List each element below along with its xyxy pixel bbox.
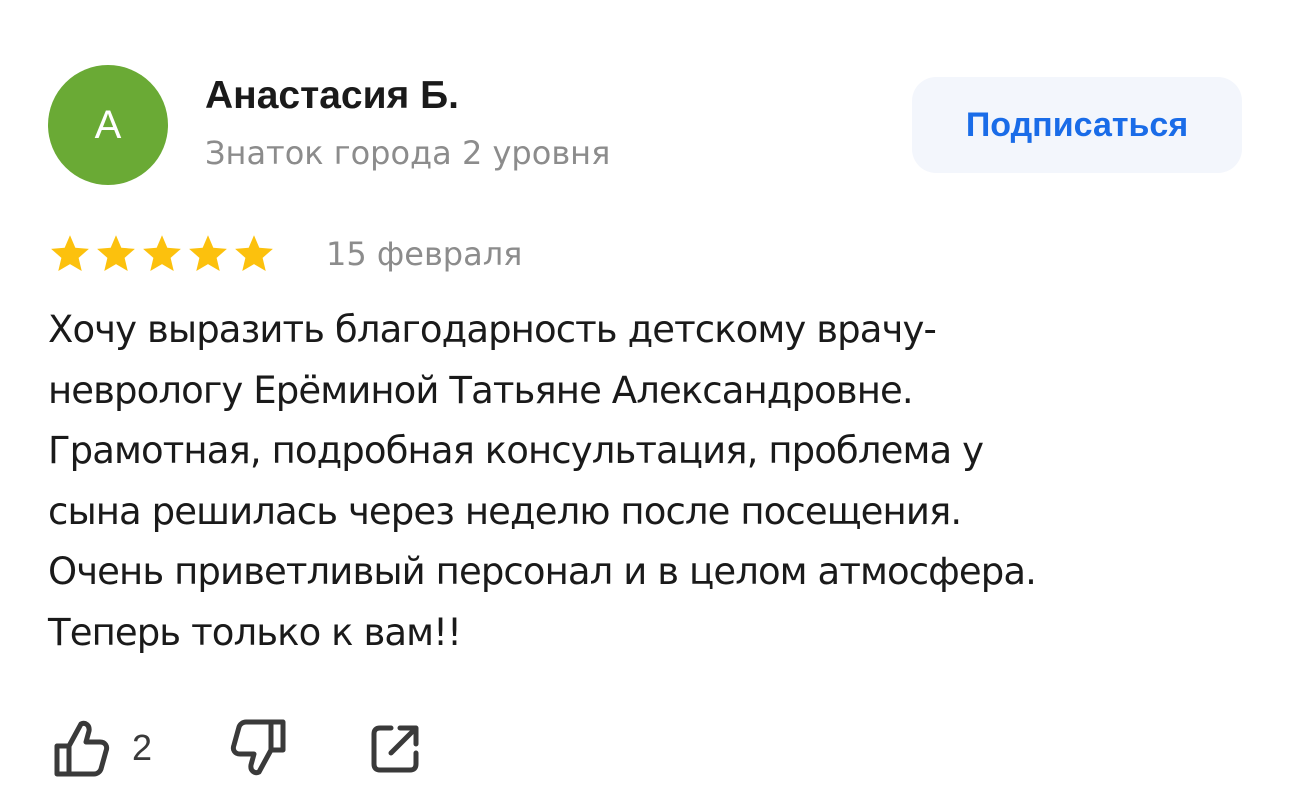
star-icon bbox=[235, 235, 273, 272]
star-icon bbox=[97, 235, 135, 272]
star-icon bbox=[51, 235, 89, 272]
star-icon bbox=[143, 235, 181, 272]
review-text-line: Грамотная, подробная консультация, пробл… bbox=[48, 429, 984, 472]
thumbs-up-icon bbox=[52, 718, 110, 778]
review-text-line: Теперь только к вам!! bbox=[48, 610, 462, 654]
review-text-line: сына решилась через неделю после посещен… bbox=[48, 489, 962, 533]
author-name[interactable]: Анастасия Б. bbox=[205, 74, 459, 118]
share-icon bbox=[370, 718, 420, 774]
star-rating bbox=[48, 232, 276, 276]
review-text: Хочу выразить благодарность детскому вра… bbox=[48, 300, 1248, 663]
thumbs-down-icon bbox=[230, 718, 288, 778]
like-count: 2 bbox=[132, 727, 153, 768]
share-button[interactable] bbox=[370, 718, 420, 774]
author-level: Знаток города 2 уровня bbox=[205, 134, 611, 172]
review-text-line: Хочу выразить благодарность детскому вра… bbox=[48, 308, 937, 351]
review-text-line: неврологу Ерёминой Татьяне Александровне… bbox=[48, 368, 914, 412]
subscribe-button[interactable]: Подписаться bbox=[912, 77, 1242, 173]
avatar[interactable]: А bbox=[48, 65, 168, 185]
review-date: 15 февраля bbox=[326, 235, 523, 273]
star-icon bbox=[189, 235, 227, 272]
dislike-button[interactable] bbox=[230, 718, 288, 778]
like-button[interactable]: 2 bbox=[52, 718, 152, 778]
review-text-line: Очень приветливый персонал и в целом атм… bbox=[48, 550, 1037, 593]
